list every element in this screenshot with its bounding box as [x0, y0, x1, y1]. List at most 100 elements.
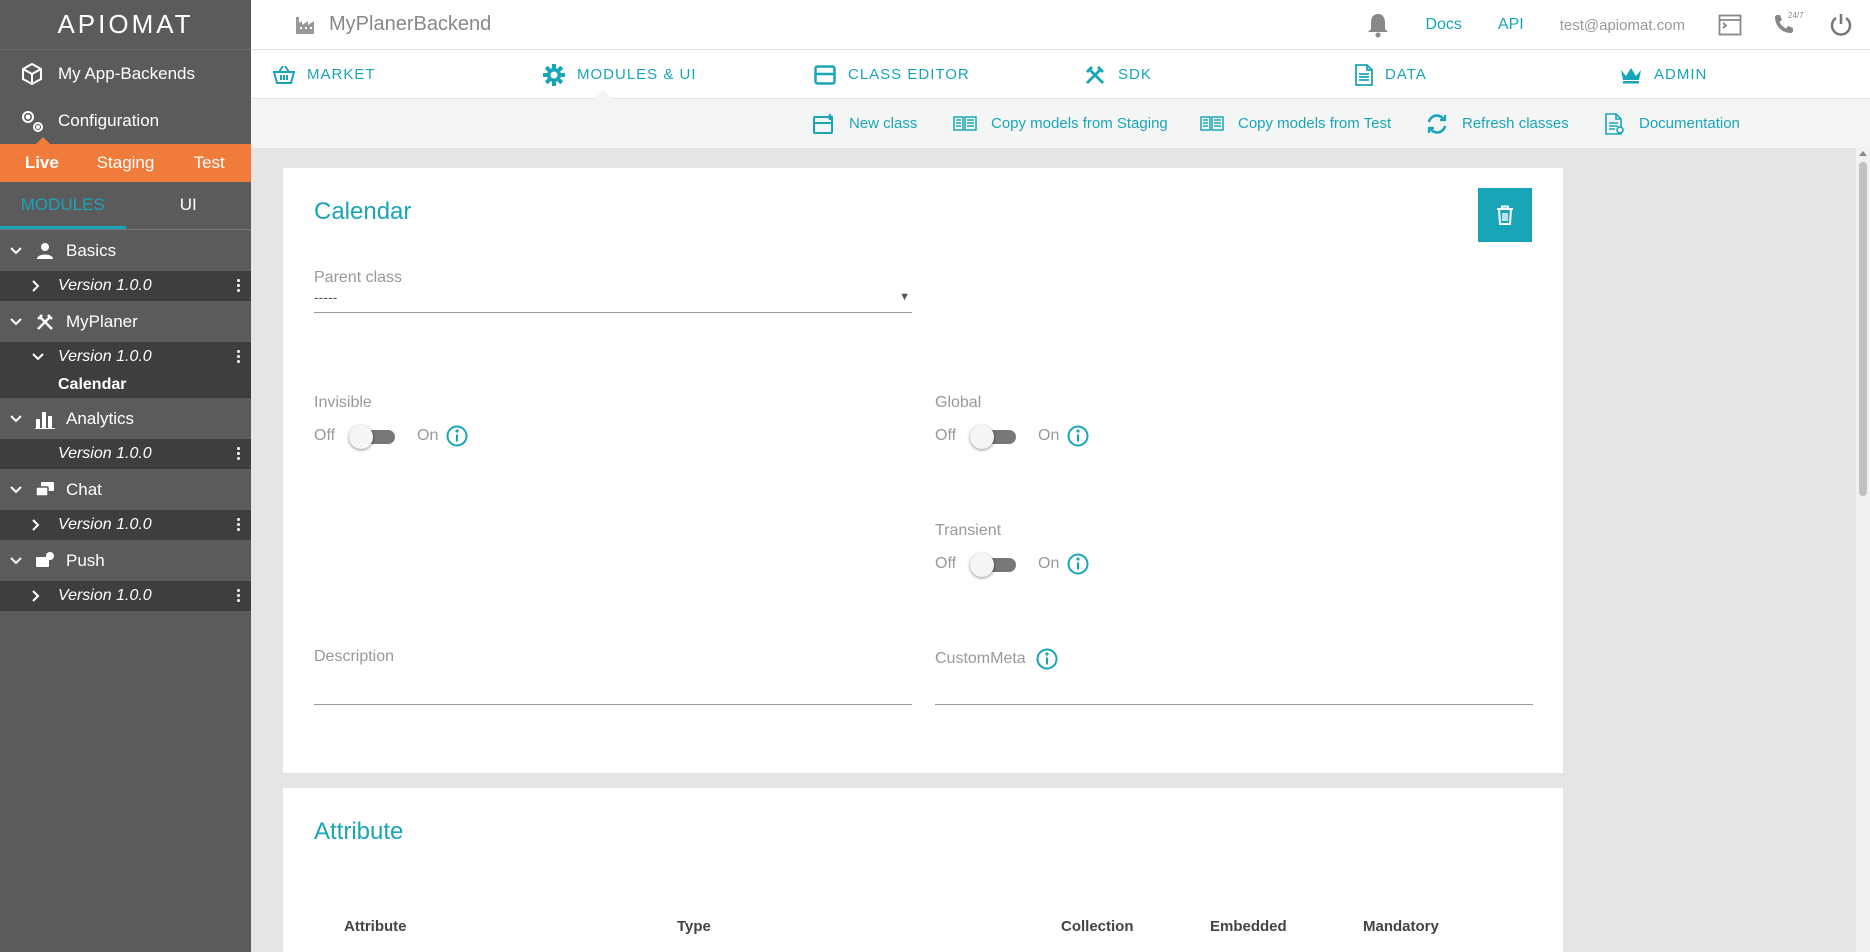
attribute-card: Attribute Attribute Type Collection Embe… [283, 788, 1563, 952]
module-version: Version 1.0.0 [58, 348, 152, 365]
transient-switch[interactable] [970, 552, 1018, 577]
module-version: Version 1.0.0 [58, 445, 152, 462]
environment-caret [36, 137, 50, 144]
class-editor-icon [814, 64, 836, 85]
global-switch[interactable] [970, 424, 1018, 449]
module-version-row[interactable]: Version 1.0.0 [0, 439, 251, 469]
active-nav-caret [594, 90, 612, 99]
api-link[interactable]: API [1498, 16, 1524, 34]
chevron-down-icon [32, 353, 46, 361]
env-live[interactable]: Live [0, 153, 84, 173]
nav-label: CLASS EDITOR [848, 66, 970, 83]
tools-icon [34, 311, 56, 333]
nav-modules-ui[interactable]: MODULES & UI [543, 50, 697, 99]
delete-class-button[interactable] [1478, 188, 1532, 242]
nav-label: MODULES & UI [577, 66, 697, 83]
main-nav: MARKET MODULES & UI CLASS EDITOR SDK DAT… [251, 50, 1870, 99]
nav-data[interactable]: DATA [1355, 50, 1427, 99]
terminal-icon[interactable] [1718, 13, 1742, 37]
copy-models-icon [953, 115, 977, 132]
module-version-row[interactable]: Version 1.0.0 [0, 342, 251, 372]
chevron-down-icon [10, 556, 24, 565]
module-analytics[interactable]: Analytics [0, 398, 251, 439]
nav-market[interactable]: MARKET [273, 50, 376, 99]
info-icon[interactable] [1036, 648, 1058, 670]
custom-meta-input[interactable] [935, 675, 1533, 705]
top-bar: MyPlanerBackend Docs API test@apiomat.co… [251, 0, 1870, 50]
global-toggle-row: Off On [935, 424, 1089, 449]
module-push[interactable]: Push [0, 540, 251, 581]
tab-modules[interactable]: MODULES [0, 182, 126, 229]
chat-icon [34, 479, 56, 501]
env-test[interactable]: Test [167, 153, 251, 173]
class-item-calendar[interactable]: Calendar [0, 372, 251, 398]
invisible-switch[interactable] [349, 424, 397, 449]
sidebar-link-app-backends[interactable]: My App-Backends [0, 50, 251, 97]
chevron-right-icon [32, 519, 46, 531]
module-version-row[interactable]: Version 1.0.0 [0, 271, 251, 301]
env-staging[interactable]: Staging [84, 153, 168, 173]
on-label: On [417, 427, 439, 444]
documentation-icon [1605, 112, 1625, 135]
new-class-button[interactable]: New class [813, 99, 917, 148]
scrollbar-thumb[interactable] [1859, 162, 1867, 496]
sidebar-link-label: My App-Backends [58, 63, 196, 83]
more-options-icon[interactable] [237, 518, 241, 531]
parent-class-select[interactable]: ----- ▼ [314, 279, 912, 313]
nav-sdk[interactable]: SDK [1084, 50, 1152, 99]
top-right-actions: Docs API test@apiomat.com 24/7 [1349, 0, 1870, 50]
column-header-collection: Collection [1061, 918, 1134, 935]
refresh-classes-label: Refresh classes [1462, 115, 1569, 132]
chevron-down-icon [10, 485, 24, 494]
class-title: Calendar [314, 198, 412, 225]
info-icon[interactable] [446, 425, 468, 447]
power-icon[interactable] [1828, 12, 1854, 38]
chevron-down-icon [10, 414, 24, 423]
trash-icon [1496, 205, 1514, 225]
module-basics[interactable]: Basics [0, 230, 251, 271]
nav-class-editor[interactable]: CLASS EDITOR [814, 50, 970, 99]
documentation-button[interactable]: Documentation [1605, 99, 1740, 148]
module-version-row[interactable]: Version 1.0.0 [0, 510, 251, 540]
docs-link[interactable]: Docs [1425, 16, 1461, 34]
support-phone-icon[interactable]: 24/7 [1772, 11, 1804, 37]
logo[interactable]: APIOMAT [0, 0, 251, 50]
app-name: MyPlanerBackend [295, 13, 491, 36]
module-name: MyPlaner [66, 311, 138, 331]
module-name: Chat [66, 479, 102, 499]
environment-bar: Live Staging Test [0, 137, 251, 182]
on-label: On [1038, 427, 1060, 444]
document-icon [1355, 63, 1373, 86]
nav-admin[interactable]: ADMIN [1620, 50, 1707, 99]
column-header-embedded: Embedded [1210, 918, 1287, 935]
tab-ui[interactable]: UI [126, 182, 252, 229]
bell-icon[interactable] [1364, 11, 1392, 39]
description-input[interactable] [314, 675, 912, 705]
copy-from-staging-button[interactable]: Copy models from Staging [953, 99, 1168, 148]
more-options-icon[interactable] [237, 589, 241, 602]
logo-text: APIOMAT [57, 9, 194, 39]
module-chat[interactable]: Chat [0, 469, 251, 510]
transient-toggle-row: Off On [935, 552, 1089, 577]
column-header-attribute: Attribute [344, 918, 407, 935]
module-version-row[interactable]: Version 1.0.0 [0, 581, 251, 611]
chevron-down-icon [10, 246, 24, 255]
module-name: Analytics [66, 408, 135, 428]
page-scrollbar[interactable] [1856, 148, 1870, 952]
module-name: Push [66, 550, 105, 570]
refresh-classes-button[interactable]: Refresh classes [1426, 99, 1569, 148]
more-options-icon[interactable] [237, 350, 241, 363]
more-options-icon[interactable] [237, 279, 241, 292]
copy-from-test-button[interactable]: Copy models from Test [1200, 99, 1391, 148]
info-icon[interactable] [1067, 425, 1089, 447]
scroll-up-icon[interactable] [1859, 151, 1867, 156]
invisible-label: Invisible [314, 394, 372, 411]
content-area: Calendar Parent class ----- ▼ Invisible … [251, 148, 1856, 952]
chart-icon [34, 408, 56, 430]
info-icon[interactable] [1067, 553, 1089, 575]
module-myplaner[interactable]: MyPlaner [0, 301, 251, 342]
module-tabs: MODULES UI [0, 182, 251, 230]
more-options-icon[interactable] [237, 447, 241, 460]
user-email[interactable]: test@apiomat.com [1560, 17, 1685, 34]
attribute-title: Attribute [314, 818, 404, 845]
